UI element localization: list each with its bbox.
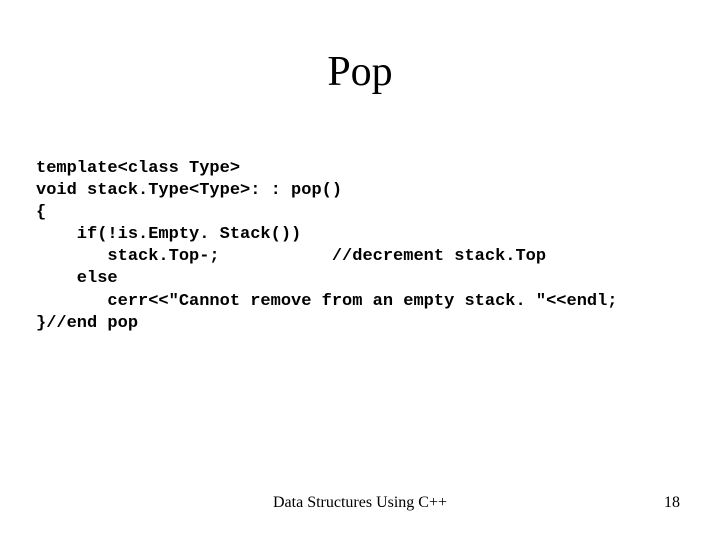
code-block: template<class Type> void stack.Type<Typ… <box>36 158 684 335</box>
slide-title: Pop <box>0 48 720 96</box>
slide: Pop template<class Type> void stack.Type… <box>0 0 720 540</box>
footer-text: Data Structures Using C++ <box>0 494 720 512</box>
page-number: 18 <box>664 494 680 512</box>
